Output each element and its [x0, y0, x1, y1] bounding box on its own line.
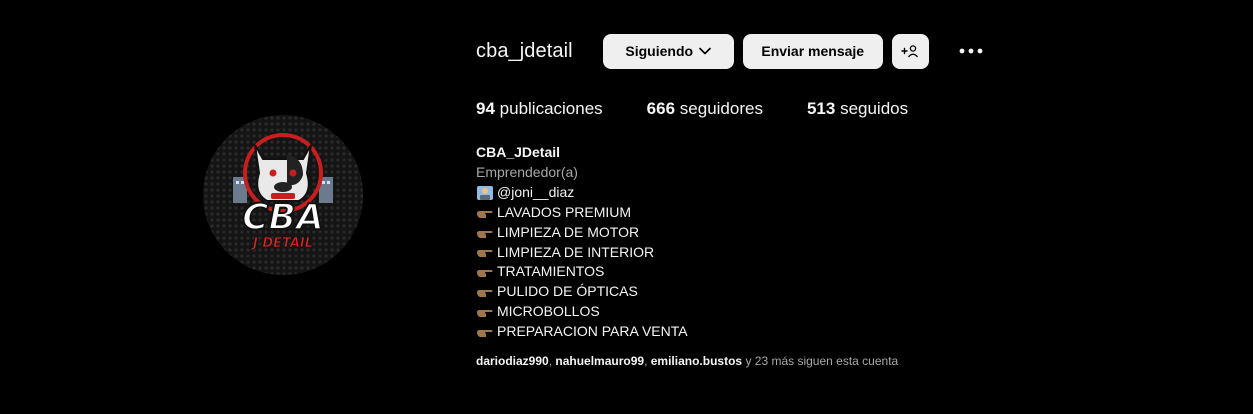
followers-label: seguidores [679, 99, 763, 118]
separator: , [644, 354, 651, 368]
followed-by-suffix: y 23 más siguen esta cuenta [742, 354, 899, 368]
bio-service-text: LIMPIEZA DE INTERIOR [497, 243, 655, 260]
bio-service-line: LIMPIEZA DE INTERIOR [476, 243, 688, 263]
bio-service-line: PREPARACION PARA VENTA [476, 322, 688, 342]
profile-category: Emprendedor(a) [476, 163, 578, 180]
bulldog-logo-icon: CBA J DETAIL [203, 115, 363, 275]
display-name: CBA_JDetail [476, 144, 561, 160]
bio-service-line: PULIDO DE ÓPTICAS [476, 282, 688, 302]
bio-service-text: PULIDO DE ÓPTICAS [497, 283, 638, 300]
pointing-hand-icon [477, 310, 493, 318]
technologist-emoji-icon [477, 185, 493, 200]
bio-service-text: LIMPIEZA DE MOTOR [497, 223, 640, 240]
bio-service-line: LAVADOS PREMIUM [476, 203, 688, 223]
follower-link[interactable]: emiliano.bustos [651, 354, 742, 368]
bio-mention-link[interactable]: @joni__diaz [497, 183, 574, 203]
bio-service-text: TRATAMIENTOS [497, 263, 605, 280]
pointing-hand-icon [477, 210, 493, 218]
more-options-button[interactable] [953, 33, 989, 69]
profile-bio: CBA_JDetail Emprendedor(a) @joni__diaz L… [476, 143, 688, 342]
more-horizontal-icon [959, 48, 983, 54]
follower-link[interactable]: dariodiaz990 [476, 354, 549, 368]
profile-avatar[interactable]: CBA J DETAIL [203, 115, 363, 275]
logo-subtext: J DETAIL [250, 236, 313, 251]
profile-header: cba_jdetail Siguiendo Enviar mensaje [476, 33, 989, 69]
add-user-icon [901, 45, 919, 58]
posts-stat: 94 publicaciones [476, 99, 603, 119]
following-stat[interactable]: 513 seguidos [807, 99, 908, 119]
chevron-down-icon [699, 47, 711, 55]
bio-service-line: LIMPIEZA DE MOTOR [476, 223, 688, 243]
follower-link[interactable]: nahuelmauro99 [555, 354, 644, 368]
profile-stats: 94 publicaciones 666 seguidores 513 segu… [476, 99, 952, 119]
following-label: seguidos [840, 99, 909, 118]
send-message-button[interactable]: Enviar mensaje [742, 33, 883, 69]
bio-service-text: LAVADOS PREMIUM [497, 203, 632, 220]
bio-service-text: PREPARACION PARA VENTA [497, 323, 688, 340]
logo-text: CBA [242, 197, 324, 238]
bio-service-text: MICROBOLLOS [497, 303, 600, 320]
pointing-hand-icon [477, 230, 493, 238]
suggested-users-button[interactable] [891, 33, 929, 69]
profile-page: CBA J DETAIL cba_jdetail Siguiendo Envia… [0, 0, 1253, 414]
following-button[interactable]: Siguiendo [602, 33, 734, 69]
bio-service-line: TRATAMIENTOS [476, 262, 688, 282]
followers-count: 666 [646, 99, 676, 118]
followed-by-text[interactable]: dariodiaz990, nahuelmauro99, emiliano.bu… [476, 354, 898, 368]
following-count: 513 [806, 99, 836, 118]
pointing-hand-icon [477, 270, 493, 278]
pointing-hand-icon [477, 250, 493, 258]
following-button-label: Siguiendo [625, 43, 694, 59]
posts-label: publicaciones [499, 99, 603, 118]
send-message-label: Enviar mensaje [761, 43, 865, 59]
pointing-hand-icon [477, 290, 493, 298]
bio-service-line: MICROBOLLOS [476, 302, 688, 322]
pointing-hand-icon [477, 330, 493, 338]
followers-stat[interactable]: 666 seguidores [647, 99, 763, 119]
posts-count: 94 [476, 99, 495, 118]
username[interactable]: cba_jdetail [476, 40, 573, 63]
bio-mention-line: @joni__diaz [476, 183, 688, 203]
